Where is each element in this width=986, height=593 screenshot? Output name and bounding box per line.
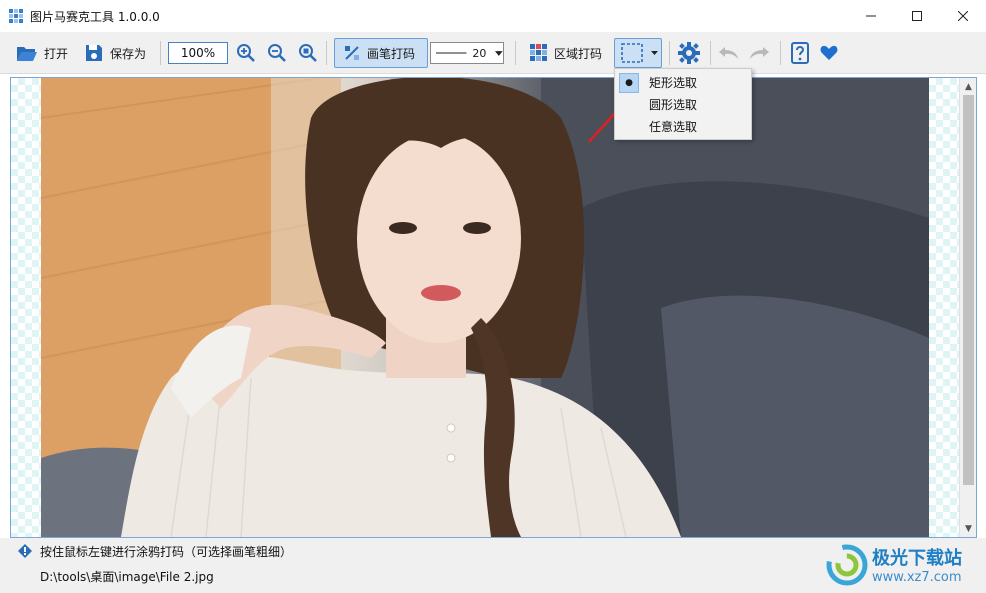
scroll-thumb[interactable] — [963, 95, 974, 485]
zoom-out-icon — [268, 44, 286, 62]
zoom-fit-button[interactable] — [298, 38, 318, 68]
redo-button[interactable] — [748, 38, 770, 68]
separator — [780, 41, 781, 65]
minimize-button[interactable] — [848, 0, 894, 32]
menu-item-label: 矩形选取 — [649, 75, 698, 90]
rectangle-select-icon — [621, 43, 643, 63]
maximize-icon — [912, 11, 922, 21]
menu-item-circle-select[interactable]: 圆形选取 — [615, 93, 751, 115]
watermark-swirl-icon — [826, 544, 868, 586]
selection-mode-button[interactable] — [614, 38, 662, 68]
help-button[interactable] — [790, 38, 810, 68]
scroll-up-icon[interactable]: ▲ — [960, 78, 976, 95]
brush-mosaic-button[interactable]: 画笔打码 — [334, 38, 428, 68]
favorite-button[interactable] — [820, 38, 838, 68]
zoom-input[interactable]: 100% — [168, 42, 228, 64]
separator — [326, 41, 327, 65]
selected-dot-icon: ● — [619, 73, 639, 93]
watermark-logo: 极光下载站 www.xz7.com — [826, 540, 981, 592]
save-icon — [86, 45, 102, 61]
info-icon — [18, 544, 32, 558]
menu-item-rectangle-select[interactable]: ● 矩形选取 — [615, 71, 751, 93]
transparent-background-left — [11, 78, 41, 537]
selection-mode-menu: ● 矩形选取 圆形选取 任意选取 — [614, 68, 752, 140]
separator — [710, 41, 711, 65]
save-as-label: 保存为 — [110, 46, 147, 61]
heart-icon — [820, 45, 838, 60]
open-button[interactable]: 打开 — [16, 38, 68, 68]
undo-button[interactable] — [718, 38, 740, 68]
app-icon — [9, 9, 23, 23]
folder-open-icon — [17, 47, 37, 61]
line-width-icon — [436, 52, 467, 54]
zoom-out-button[interactable] — [267, 38, 287, 68]
save-as-button[interactable]: 保存为 — [84, 38, 146, 68]
maximize-button[interactable] — [894, 0, 940, 32]
separator — [515, 41, 516, 65]
window-title: 图片马赛克工具 1.0.0.0 — [30, 10, 160, 24]
chevron-down-icon — [495, 50, 503, 56]
scroll-down-icon[interactable]: ▼ — [960, 520, 976, 537]
pen-size-select[interactable]: 20 — [430, 42, 504, 64]
undo-icon — [719, 47, 738, 59]
chevron-down-icon — [651, 51, 658, 55]
region-mosaic-button[interactable]: 区域打码 — [530, 38, 602, 68]
minimize-icon — [866, 15, 876, 17]
watermark-name: 极光下载站 — [872, 548, 962, 569]
menu-item-label: 圆形选取 — [649, 97, 698, 112]
watermark-url: www.xz7.com — [872, 570, 962, 585]
region-label: 区域打码 — [554, 46, 603, 61]
mosaic-grid-icon — [530, 44, 547, 61]
status-hint: 按住鼠标左键进行涂鸦打码（可选择画笔粗细） — [40, 545, 293, 559]
redo-icon — [750, 47, 769, 59]
zoom-fit-icon — [299, 44, 317, 62]
zoom-in-button[interactable] — [236, 38, 256, 68]
brush-icon — [345, 46, 359, 60]
zoom-in-icon — [237, 44, 255, 62]
separator — [669, 41, 670, 65]
close-icon — [958, 11, 968, 21]
transparent-background-right — [929, 78, 959, 537]
open-label: 打开 — [44, 46, 69, 61]
pen-size-value: 20 — [472, 46, 487, 60]
separator — [160, 41, 161, 65]
portrait-photo[interactable] — [41, 78, 929, 537]
file-path: D:\tools\桌面\image\File 2.jpg — [40, 570, 214, 584]
image-canvas[interactable]: ▲ ▼ — [10, 77, 977, 538]
menu-item-freeform-select[interactable]: 任意选取 — [615, 115, 751, 137]
gear-icon — [678, 42, 700, 64]
title-bar: 图片马赛克工具 1.0.0.0 — [0, 0, 986, 32]
close-button[interactable] — [940, 0, 986, 32]
vertical-scrollbar[interactable]: ▲ ▼ — [959, 78, 976, 537]
toolbar: 打开 保存为 100% 画笔打码 20 区域打码 — [0, 32, 986, 74]
brush-label: 画笔打码 — [367, 46, 416, 61]
help-icon — [791, 42, 809, 64]
menu-item-label: 任意选取 — [649, 119, 698, 134]
settings-button[interactable] — [678, 38, 700, 68]
